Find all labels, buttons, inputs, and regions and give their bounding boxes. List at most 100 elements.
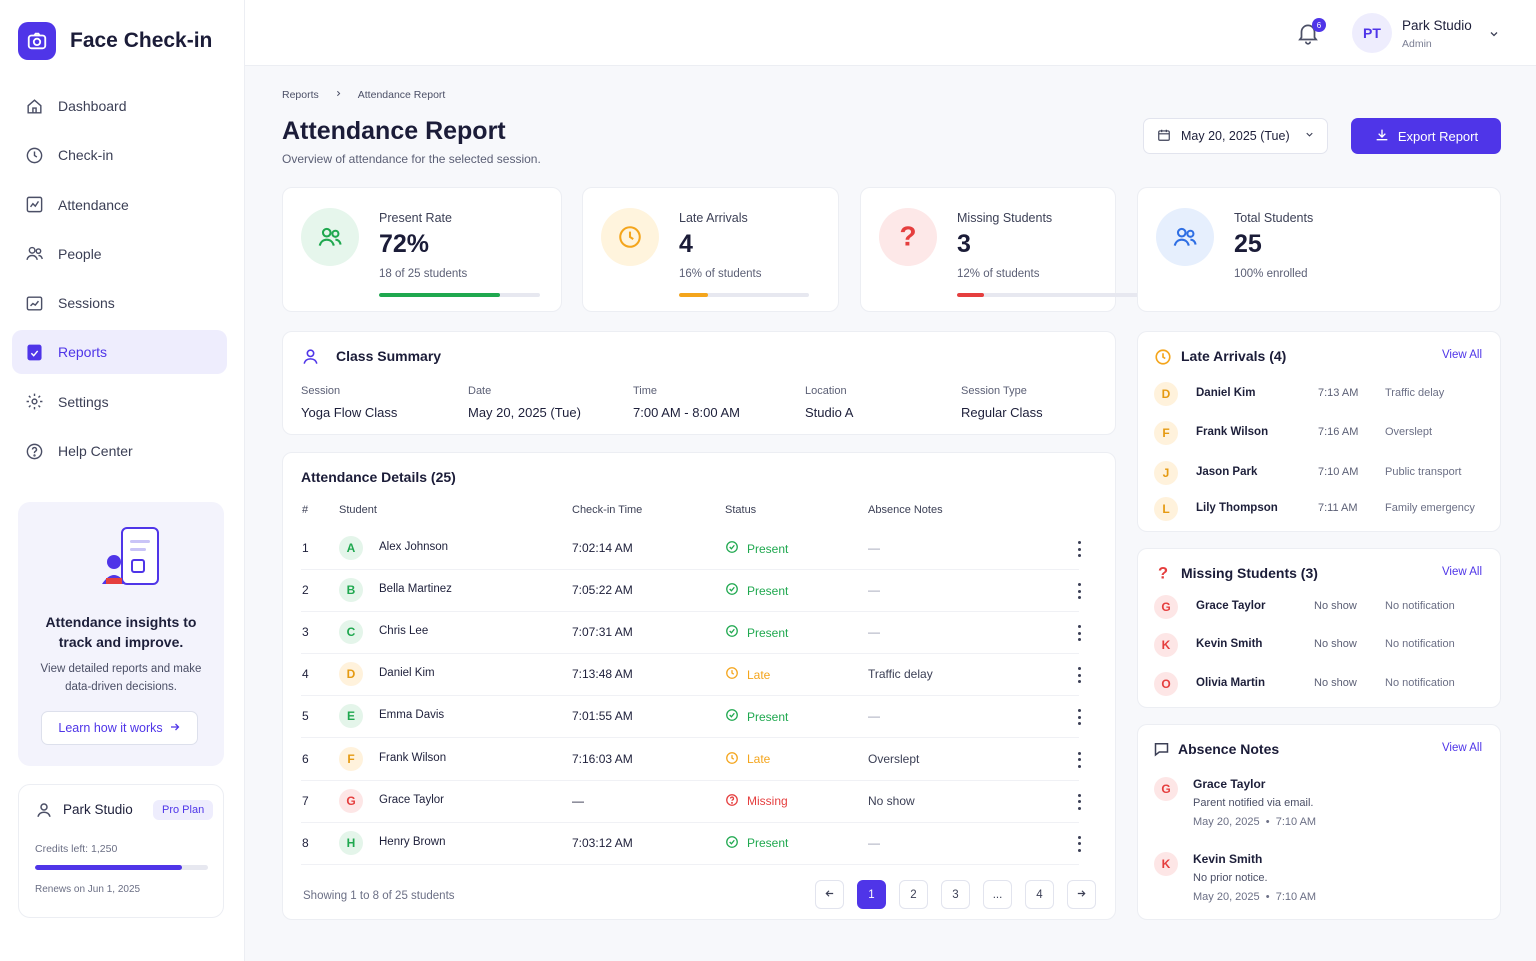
pagination-next[interactable] bbox=[1067, 880, 1096, 909]
more-options-icon[interactable] bbox=[1073, 707, 1085, 727]
late-arrivals-title: Late Arrivals (4) bbox=[1181, 348, 1287, 364]
missing-students-card: ? Missing Students (3) View All G Grace … bbox=[1137, 548, 1501, 708]
stat-value: 3 bbox=[957, 230, 971, 258]
pagination: 1 2 3... 4 bbox=[815, 880, 1096, 909]
learn-how-button[interactable]: Learn how it works bbox=[41, 711, 198, 745]
missing-students-view-all[interactable]: View All bbox=[1442, 566, 1482, 578]
user-icon bbox=[301, 347, 320, 369]
pagination-page[interactable]: ... bbox=[983, 880, 1012, 909]
stat-progress-fill bbox=[679, 293, 708, 297]
table-row[interactable]: 2 B Bella Martinez 7:05:22 AM Present — bbox=[301, 570, 1081, 613]
column-header: Check-in Time bbox=[572, 504, 643, 516]
more-options-icon[interactable] bbox=[1073, 750, 1085, 770]
sidebar-item-label: Settings bbox=[58, 393, 109, 410]
list-item[interactable]: F Frank Wilson 7:16 AM Overslept bbox=[1154, 421, 1494, 447]
more-options-icon[interactable] bbox=[1073, 581, 1085, 601]
status-badge: Present bbox=[725, 835, 788, 852]
date-picker[interactable]: May 20, 2025 (Tue) bbox=[1143, 118, 1328, 154]
notification-status: No notification bbox=[1385, 677, 1455, 689]
column-header: # bbox=[302, 504, 309, 516]
row-number: 4 bbox=[302, 667, 309, 682]
more-options-icon[interactable] bbox=[1073, 539, 1085, 559]
sidebar-item-people[interactable]: People bbox=[12, 232, 227, 276]
avatar: G bbox=[1154, 595, 1178, 619]
message-icon bbox=[1152, 740, 1171, 761]
sidebar-item-sessions[interactable]: Sessions bbox=[12, 281, 227, 325]
row-number: 8 bbox=[302, 835, 309, 850]
more-options-icon[interactable] bbox=[1073, 665, 1085, 685]
table-row[interactable]: 3 C Chris Lee 7:07:31 AM Present — bbox=[301, 612, 1081, 655]
table-row[interactable]: 5 E Emma Davis 7:01:55 AM Present — bbox=[301, 696, 1081, 739]
table-row[interactable]: 6 F Frank Wilson 7:16:03 AM Late Oversle… bbox=[301, 739, 1081, 781]
note-date: May 20, 2025 • 7:10 AM bbox=[1193, 816, 1317, 828]
sessions-icon bbox=[24, 293, 44, 313]
more-options-icon[interactable] bbox=[1073, 623, 1085, 643]
table-row[interactable]: 4 D Daniel Kim 7:13:48 AM Late Traffic d… bbox=[301, 654, 1081, 697]
sidebar-nav: Dashboard Check-in Attendance People Session… bbox=[12, 84, 227, 478]
summary-value-time: 7:00 AM - 8:00 AM bbox=[633, 405, 740, 420]
breadcrumb-reports[interactable]: Reports bbox=[282, 89, 319, 101]
pagination-page[interactable]: 2 bbox=[899, 880, 928, 909]
more-options-icon[interactable] bbox=[1073, 792, 1085, 812]
avatar: D bbox=[1154, 382, 1178, 406]
pagination-prev[interactable] bbox=[815, 880, 844, 909]
list-item[interactable]: K Kevin Smith No show No notification bbox=[1154, 633, 1494, 659]
late-arrivals-view-all[interactable]: View All bbox=[1442, 349, 1482, 361]
list-item[interactable]: J Jason Park 7:10 AM Public transport bbox=[1154, 461, 1494, 487]
sidebar-item-reports[interactable]: Reports bbox=[12, 330, 227, 375]
report-illustration-icon bbox=[98, 526, 168, 590]
late-arrivals-card: Late Arrivals (4) View All D Daniel Kim … bbox=[1137, 331, 1501, 532]
promo-text: View detailed reports and make data-driv… bbox=[40, 663, 202, 693]
table-row[interactable]: 7 G Grace Taylor — Missing No show bbox=[301, 781, 1081, 823]
note-date: May 20, 2025 • 7:10 AM bbox=[1193, 891, 1317, 903]
stat-subtext: 100% enrolled bbox=[1234, 268, 1308, 280]
arrival-time: 7:13 AM bbox=[1318, 387, 1359, 399]
sidebar: Face Check-in Dashboard Check-in Attendanc… bbox=[0, 0, 245, 961]
pagination-page[interactable]: 1 bbox=[857, 880, 886, 909]
avatar: K bbox=[1154, 852, 1178, 876]
sidebar-item-check-in[interactable]: Check-in bbox=[12, 133, 227, 177]
summary-value-location: Studio A bbox=[805, 405, 854, 420]
sidebar-item-dashboard[interactable]: Dashboard bbox=[12, 84, 227, 128]
absence-notes-card: Absence Notes View All G Grace Taylor Pa… bbox=[1137, 724, 1501, 920]
missing-students-title: Missing Students (3) bbox=[1181, 565, 1318, 581]
arrival-time: 7:11 AM bbox=[1318, 502, 1358, 514]
sidebar-item-label: Reports bbox=[58, 344, 108, 361]
missing-status: No show bbox=[1314, 638, 1357, 650]
pagination-page[interactable]: 4 bbox=[1025, 880, 1054, 909]
status-label: Present bbox=[747, 836, 789, 851]
avatar: J bbox=[1154, 461, 1178, 485]
stat-value: 72% bbox=[379, 230, 430, 258]
list-item[interactable]: G Grace Taylor No show No notification bbox=[1154, 595, 1494, 621]
student-name: Alex Johnson bbox=[379, 541, 449, 553]
export-report-button[interactable]: Export Report bbox=[1351, 118, 1501, 154]
promo-title: Attendance insights to track and improve… bbox=[45, 614, 197, 650]
brand[interactable]: Face Check-in bbox=[18, 22, 212, 60]
check-circle-icon bbox=[725, 624, 739, 641]
clock-icon bbox=[601, 208, 659, 266]
breadcrumb-current: Attendance Report bbox=[357, 89, 446, 101]
more-options-icon[interactable] bbox=[1073, 834, 1085, 854]
student-name: Frank Wilson bbox=[379, 751, 447, 764]
list-item[interactable]: D Daniel Kim 7:13 AM Traffic delay bbox=[1154, 382, 1494, 408]
sidebar-item-label: Help Center bbox=[58, 443, 133, 460]
list-item[interactable]: L Lily Thompson 7:11 AM Family emergency bbox=[1154, 497, 1494, 523]
list-item[interactable]: O Olivia Martin No show No notification bbox=[1154, 672, 1494, 698]
sidebar-item-help-center[interactable]: Help Center bbox=[12, 429, 227, 473]
avatar[interactable]: PT bbox=[1352, 13, 1392, 53]
absence-note: — bbox=[868, 625, 880, 640]
status-label: Late bbox=[747, 752, 771, 766]
table-row[interactable]: 1 A Alex Johnson 7:02:14 AM Present — bbox=[301, 528, 1081, 570]
pagination-page[interactable]: 3 bbox=[941, 880, 970, 909]
plan-card: Park Studio Pro Plan Credits left: 1,250… bbox=[18, 784, 224, 918]
row-number: 3 bbox=[302, 625, 309, 640]
absence-notes-view-all[interactable]: View All bbox=[1442, 742, 1482, 754]
export-report-label: Export Report bbox=[1397, 128, 1479, 144]
svg-text:?: ? bbox=[899, 222, 916, 252]
sidebar-item-attendance[interactable]: Attendance bbox=[12, 183, 227, 227]
chevron-down-icon[interactable] bbox=[1488, 28, 1500, 43]
avatar: A bbox=[339, 536, 363, 560]
table-row[interactable]: 8 H Henry Brown 7:03:12 AM Present — bbox=[301, 823, 1081, 865]
sidebar-item-settings[interactable]: Settings bbox=[12, 380, 227, 424]
page-subtitle: Overview of attendance for the selected … bbox=[282, 152, 541, 166]
